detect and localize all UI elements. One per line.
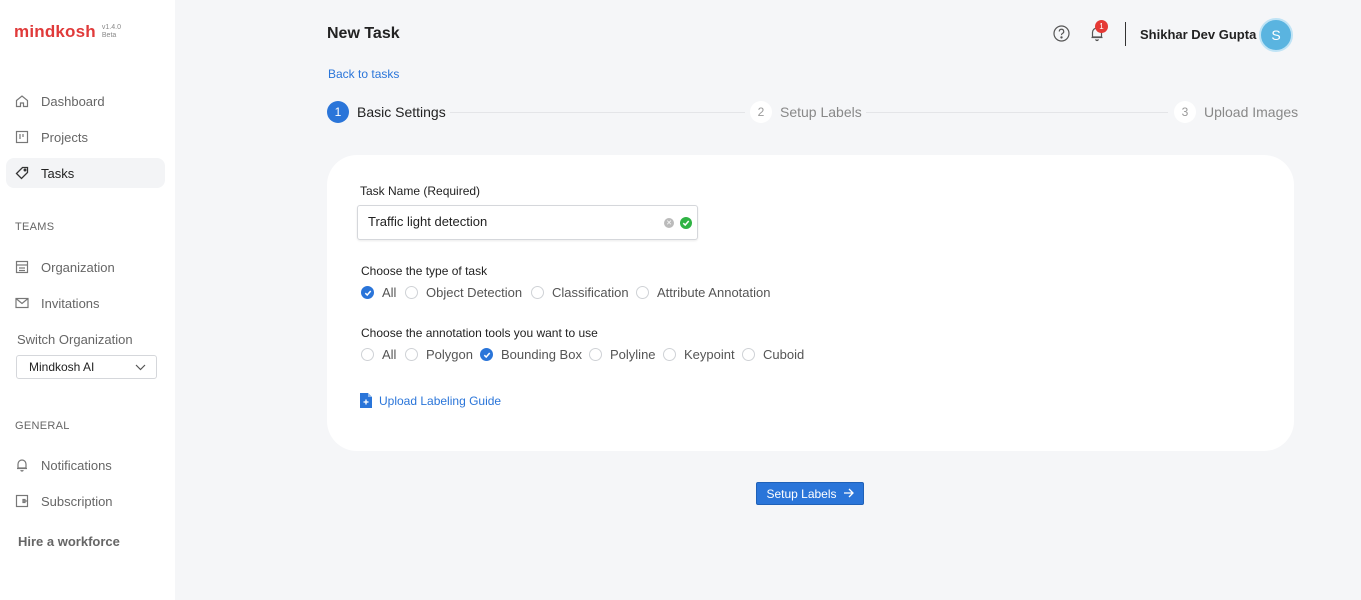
radio-circle xyxy=(531,286,544,299)
header-divider xyxy=(1125,22,1126,46)
radio-circle xyxy=(636,286,649,299)
checked-icon xyxy=(361,286,374,299)
sidebar-item-label: Dashboard xyxy=(41,93,105,109)
step-connector xyxy=(866,112,1168,113)
organization-select-value: Mindkosh AI xyxy=(29,360,95,374)
general-section-title: GENERAL xyxy=(15,420,70,432)
option-label: Keypoint xyxy=(684,347,735,362)
option-label: Polygon xyxy=(426,347,473,362)
tag-icon xyxy=(15,166,29,180)
teams-section-title: TEAMS xyxy=(15,221,55,233)
option-label: Polyline xyxy=(610,347,656,362)
clear-icon[interactable]: ✕ xyxy=(664,218,674,228)
option-label: All xyxy=(382,347,397,362)
radio-circle xyxy=(742,348,755,361)
hire-workforce-link[interactable]: Hire a workforce xyxy=(18,534,120,549)
subscription-icon xyxy=(15,494,29,508)
setup-labels-button[interactable]: Setup Labels xyxy=(756,482,864,505)
chevron-down-icon xyxy=(135,360,146,374)
step-label: Setup Labels xyxy=(780,104,862,120)
task-type-label: Choose the type of task xyxy=(361,264,488,278)
app-logo[interactable]: mindkosh v1.4.0 Beta xyxy=(14,22,121,42)
help-icon[interactable] xyxy=(1053,25,1070,42)
step-basic-settings: 1 Basic Settings xyxy=(327,101,446,123)
step-label: Basic Settings xyxy=(357,104,446,120)
sidebar-item-label: Projects xyxy=(41,129,88,145)
task-type-attribute-annotation-radio[interactable]: Attribute Annotation xyxy=(636,285,770,300)
tool-bounding-box-radio[interactable]: Bounding Box xyxy=(480,347,582,362)
tool-polyline-radio[interactable]: Polyline xyxy=(589,347,656,362)
task-type-all-radio[interactable]: All xyxy=(361,285,396,300)
upload-labeling-guide-link[interactable]: Upload Labeling Guide xyxy=(360,393,501,408)
building-icon xyxy=(15,260,29,274)
upload-labeling-guide-label: Upload Labeling Guide xyxy=(379,393,502,408)
page-title: New Task xyxy=(327,25,400,42)
sidebar-item-label: Invitations xyxy=(41,295,100,311)
tool-polygon-radio[interactable]: Polygon xyxy=(405,347,473,362)
sidebar-item-label: Organization xyxy=(41,259,115,275)
avatar[interactable]: S xyxy=(1259,18,1293,52)
sidebar-item-dashboard[interactable]: Dashboard xyxy=(6,86,165,116)
task-name-label: Task Name (Required) xyxy=(360,184,481,198)
radio-circle xyxy=(361,348,374,361)
option-label: All xyxy=(382,285,397,300)
back-to-tasks-link[interactable]: Back to tasks xyxy=(328,67,399,81)
home-icon xyxy=(15,94,29,108)
sidebar-item-subscription[interactable]: Subscription xyxy=(6,486,165,516)
option-label: Bounding Box xyxy=(501,347,582,362)
user-name[interactable]: Shikhar Dev Gupta xyxy=(1140,27,1256,42)
notification-badge: 1 xyxy=(1095,20,1108,33)
arrow-right-icon xyxy=(843,487,854,501)
option-label: Attribute Annotation xyxy=(657,285,771,300)
checked-icon xyxy=(480,348,493,361)
switch-organization-label: Switch Organization xyxy=(17,332,133,347)
step-label: Upload Images xyxy=(1204,104,1299,120)
tool-keypoint-radio[interactable]: Keypoint xyxy=(663,347,735,362)
radio-circle xyxy=(589,348,602,361)
step-connector xyxy=(450,112,745,113)
sidebar-item-label: Tasks xyxy=(41,165,75,181)
step-setup-labels: 2 Setup Labels xyxy=(750,101,862,123)
projects-icon xyxy=(15,130,29,144)
sidebar: mindkosh v1.4.0 Beta Dashboard Projects … xyxy=(0,0,175,600)
sidebar-item-projects[interactable]: Projects xyxy=(6,122,165,152)
step-number: 1 xyxy=(327,101,349,123)
app-version: v1.4.0 Beta xyxy=(101,24,121,39)
option-label: Classification xyxy=(552,285,629,300)
option-label: Object Detection xyxy=(426,285,523,300)
logo-text: mindkosh xyxy=(14,22,96,41)
tool-cuboid-radio[interactable]: Cuboid xyxy=(742,347,804,362)
sidebar-item-label: Subscription xyxy=(41,493,113,509)
setup-labels-button-label: Setup Labels xyxy=(766,486,837,501)
radio-circle xyxy=(405,348,418,361)
step-number: 3 xyxy=(1174,101,1196,123)
step-upload-images: 3 Upload Images xyxy=(1174,101,1298,123)
check-circle-icon xyxy=(680,217,692,229)
radio-circle xyxy=(663,348,676,361)
radio-circle xyxy=(405,286,418,299)
bell-icon xyxy=(15,458,29,472)
task-type-classification-radio[interactable]: Classification xyxy=(531,285,629,300)
task-name-input[interactable] xyxy=(368,214,648,229)
sidebar-item-tasks[interactable]: Tasks xyxy=(6,158,165,188)
sidebar-item-label: Notifications xyxy=(41,457,112,473)
mail-icon xyxy=(15,296,29,310)
file-add-icon xyxy=(360,393,372,408)
annotation-tools-label: Choose the annotation tools you want to … xyxy=(361,326,598,340)
tool-all-radio[interactable]: All xyxy=(361,347,396,362)
task-type-object-detection-radio[interactable]: Object Detection xyxy=(405,285,522,300)
sidebar-item-invitations[interactable]: Invitations xyxy=(6,288,165,318)
task-name-field[interactable]: ✕ xyxy=(357,205,698,240)
sidebar-item-notifications[interactable]: Notifications xyxy=(6,450,165,480)
step-number: 2 xyxy=(750,101,772,123)
organization-select[interactable]: Mindkosh AI xyxy=(16,355,157,379)
option-label: Cuboid xyxy=(763,347,805,362)
sidebar-item-organization[interactable]: Organization xyxy=(6,252,165,282)
